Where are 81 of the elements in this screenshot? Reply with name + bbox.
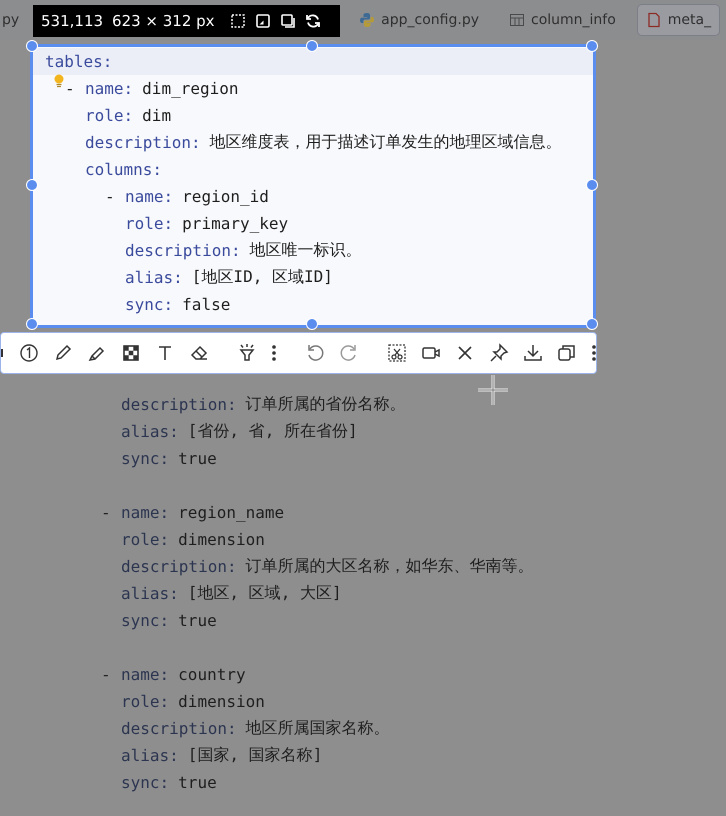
yaml-key: sync: [121,773,170,792]
yaml-value: 地区唯一标识。 [250,240,362,261]
yaml-value: 订单所属的省份名称。 [246,394,406,415]
pencil-icon[interactable] [53,343,73,363]
yaml-value: true [178,773,217,792]
yaml-key: name: [121,665,170,684]
yaml-value: [地区ID, 区域ID] [192,267,333,288]
yaml-key: sync: [121,611,170,630]
yaml-key: role: [121,692,170,711]
redo-icon[interactable] [339,343,359,363]
yaml-key: alias: [121,746,179,765]
refresh-icon[interactable] [304,13,321,29]
yaml-value: 地区维度表，用于描述订单发生的地理区域信息。 [210,132,562,153]
resize-handle[interactable] [26,40,38,52]
lightbulb-icon[interactable] [53,73,65,89]
yaml-key: tables: [45,52,112,71]
editor-tab[interactable]: app_config.py [350,4,488,36]
resize-handle[interactable] [306,318,318,330]
editor-tab[interactable]: column_info [500,4,625,36]
yaml-value: region_id [182,187,269,206]
yaml-value: dimension [178,692,265,711]
yaml-key: alias: [121,422,179,441]
yaml-key: columns: [85,160,162,179]
yaml-key: sync: [121,449,170,468]
scissors-icon[interactable] [387,343,407,363]
yaml-value: [地区, 区域, 大区] [188,583,342,604]
yaml-value: 订单所属的大区名称，如华东、华南等。 [246,556,534,577]
yaml-value: 地区所属国家名称。 [246,718,390,739]
mosaic-icon[interactable] [121,343,141,363]
yaml-value: primary_key [182,214,288,233]
yaml-value: false [182,295,230,314]
yaml-key: description: [85,133,201,152]
capture-size: 623 × 312 px [112,12,215,30]
list-dash: - [65,79,75,98]
editor-tab[interactable]: py [0,4,28,36]
yaml-value: [国家, 国家名称] [188,745,322,766]
editor-tab[interactable]: meta_ [636,4,720,36]
yaml-key: role: [121,530,170,549]
yaml-value: dim_region [142,79,238,98]
copy-icon[interactable] [557,343,577,363]
yaml-key: name: [121,503,170,522]
yaml-value: true [178,611,217,630]
crosshair-cursor-icon [477,374,509,406]
yaml-key: sync: [125,295,174,314]
yaml-value: region_name [178,503,284,522]
yaml-value: dimension [178,530,265,549]
step-marker-icon[interactable] [19,343,39,363]
yaml-key: description: [125,241,241,260]
eraser-icon[interactable] [189,343,209,363]
yaml-key: description: [121,719,237,738]
yaml-key: description: [121,395,237,414]
yaml-key: alias: [125,268,183,287]
region-select-icon[interactable] [230,13,246,29]
list-dash: - [105,187,115,206]
list-dash: - [101,665,111,684]
yaml-key: alias: [121,584,179,603]
yaml-key: role: [85,106,134,125]
resize-handle[interactable] [26,178,38,190]
yaml-value: [省份, 省, 所在省份] [188,421,358,442]
yaml-value: country [178,665,246,684]
resize-handle[interactable] [586,178,598,190]
cursor-position: 531,113 [41,12,104,30]
more-icon[interactable] [271,343,277,363]
list-dash: - [101,503,111,522]
resize-handle[interactable] [586,318,598,330]
table-icon [509,12,525,28]
yaml-key: name: [85,79,134,98]
yaml-key: role: [125,214,174,233]
file-icon [646,12,662,28]
yaml-value: dim [142,106,172,125]
yaml-key: name: [125,187,174,206]
resize-handle[interactable] [26,318,38,330]
scroll-capture-icon[interactable] [280,13,296,29]
python-file-icon [359,12,376,28]
pin-icon[interactable] [489,343,509,363]
window-select-icon[interactable] [254,13,271,29]
spotlight-icon[interactable] [237,343,257,363]
yaml-value: true [178,449,217,468]
download-icon[interactable] [523,343,543,363]
yaml-key: description: [121,557,237,576]
more-icon[interactable] [591,343,597,363]
